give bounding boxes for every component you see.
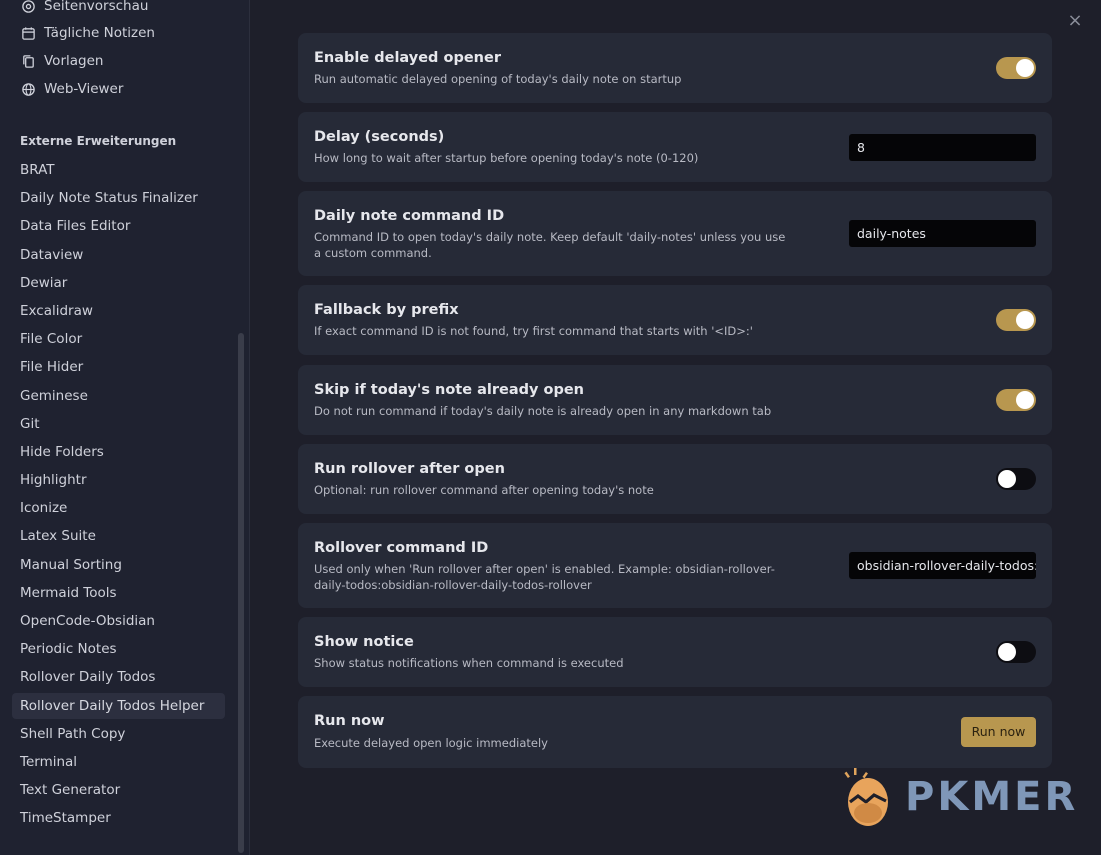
setting-name: Run rollover after open [314, 461, 505, 477]
setting-description: Run automatic delayed opening of today's… [314, 72, 682, 86]
sidebar-item-plugin[interactable]: Shell Path Copy [12, 721, 225, 747]
setting-name: Rollover command ID [314, 540, 489, 556]
setting-name: Skip if today's note already open [314, 382, 584, 398]
sidebar-scrollbar[interactable] [238, 333, 244, 853]
settings-sidebar: Seitenvorschau Tägliche Notizen Vorlagen… [0, 0, 250, 855]
sidebar-item-label: Web-Viewer [44, 81, 124, 97]
sidebar-item-plugin[interactable]: Excalidraw [12, 298, 225, 324]
toggle-knob [1016, 391, 1034, 409]
setting-item: Rollover command ID Used only when 'Run r… [298, 523, 1052, 608]
sidebar-item-plugin[interactable]: Latex Suite [12, 523, 225, 549]
toggle-switch[interactable] [996, 468, 1036, 490]
sidebar-item-plugin[interactable]: Rollover Daily Todos Helper [12, 692, 225, 719]
setting-item: Daily note command ID Command ID to open … [298, 191, 1052, 276]
sidebar-item-plugin[interactable]: BRAT [12, 157, 225, 183]
run-now-button[interactable]: Run now [961, 717, 1036, 747]
toggle-switch[interactable] [996, 309, 1036, 331]
toggle-knob [998, 643, 1016, 661]
toggle-switch[interactable] [996, 389, 1036, 411]
setting-item: Run rollover after open Optional: run rol… [298, 444, 1052, 514]
setting-description: Optional: run rollover command after ope… [314, 483, 654, 497]
sidebar-item-plugin[interactable]: File Hider [12, 354, 225, 380]
sidebar-item-plugin[interactable]: Geminese [12, 383, 225, 409]
sidebar-item-plugin[interactable]: Dewiar [12, 270, 225, 296]
sidebar-item-plugin[interactable]: Mermaid Tools [12, 580, 225, 606]
sidebar-item-label: Tägliche Notizen [44, 25, 155, 41]
sidebar-item-label: Vorlagen [44, 53, 104, 69]
sidebar-item-taegliche-notizen[interactable]: Tägliche Notizen [20, 21, 155, 45]
setting-item: Show notice Show status notifications whe… [298, 617, 1052, 687]
preview-icon [20, 0, 36, 14]
sidebar-item-plugin[interactable]: Data Files Editor [12, 213, 225, 239]
text-input[interactable]: obsidian-rollover-daily-todos:obsidian-r… [849, 552, 1036, 579]
sidebar-item-plugin[interactable]: Rollover Daily Todos [12, 664, 225, 690]
text-input[interactable]: daily-notes [849, 220, 1036, 247]
sidebar-item-plugin[interactable]: OpenCode-Obsidian [12, 608, 225, 634]
sidebar-item-plugin[interactable]: Terminal [12, 749, 225, 775]
copy-icon [20, 53, 36, 69]
toggle-knob [1016, 59, 1034, 77]
setting-item: Delay (seconds) How long to wait after st… [298, 112, 1052, 182]
setting-item: Run now Execute delayed open logic immedi… [298, 696, 1052, 768]
setting-description: Show status notifications when command i… [314, 656, 624, 670]
sidebar-item-web-viewer[interactable]: Web-Viewer [20, 77, 123, 101]
sidebar-item-plugin[interactable]: Highlightr [12, 467, 225, 493]
setting-name: Run now [314, 713, 385, 729]
sidebar-item-plugin[interactable]: File Color [12, 326, 225, 352]
sidebar-item-plugin[interactable]: Manual Sorting [12, 552, 225, 578]
setting-description: If exact command ID is not found, try fi… [314, 324, 753, 338]
sidebar-item-vorlagen[interactable]: Vorlagen [20, 49, 103, 73]
plugin-list: BRAT Daily Note Status Finalizer Data File… [12, 157, 225, 834]
toggle-switch[interactable] [996, 57, 1036, 79]
setting-description: Command ID to open today's daily note. K… [314, 230, 786, 260]
toggle-switch[interactable] [996, 641, 1036, 663]
setting-name: Fallback by prefix [314, 302, 459, 318]
sidebar-item-plugin[interactable]: Text Generator [12, 777, 225, 803]
setting-name: Show notice [314, 634, 414, 650]
sidebar-item-plugin[interactable]: Daily Note Status Finalizer [12, 185, 225, 211]
setting-name: Daily note command ID [314, 208, 505, 224]
sidebar-item-seitenvorschau[interactable]: Seitenvorschau [20, 0, 148, 18]
text-input[interactable]: 8 [849, 134, 1036, 161]
sidebar-item-plugin[interactable]: Periodic Notes [12, 636, 225, 662]
setting-name: Enable delayed opener [314, 50, 501, 66]
sidebar-item-plugin[interactable]: TimeStamper [12, 805, 225, 831]
sidebar-item-plugin[interactable]: Git [12, 411, 225, 437]
setting-item: Skip if today's note already open Do not … [298, 365, 1052, 435]
sidebar-item-plugin[interactable]: Iconize [12, 495, 225, 521]
setting-item: Fallback by prefix If exact command ID is… [298, 285, 1052, 355]
sidebar-item-plugin[interactable]: Dataview [12, 242, 225, 268]
toggle-knob [998, 470, 1016, 488]
sidebar-item-plugin[interactable]: Hide Folders [12, 439, 225, 465]
setting-description: How long to wait after startup before op… [314, 151, 699, 165]
setting-item: Enable delayed opener Run automatic delay… [298, 33, 1052, 103]
toggle-knob [1016, 311, 1034, 329]
section-heading-external-plugins: Externe Erweiterungen [20, 134, 177, 148]
globe-icon [20, 81, 36, 97]
watermark-text: PKMER [905, 774, 1079, 820]
setting-description: Execute delayed open logic immediately [314, 736, 548, 750]
setting-name: Delay (seconds) [314, 129, 445, 145]
setting-description: Used only when 'Run rollover after open'… [314, 562, 775, 592]
close-icon[interactable]: × [1066, 12, 1084, 30]
sidebar-item-label: Seitenvorschau [44, 0, 149, 14]
calendar-icon [20, 25, 36, 41]
setting-description: Do not run command if today's daily note… [314, 404, 772, 418]
